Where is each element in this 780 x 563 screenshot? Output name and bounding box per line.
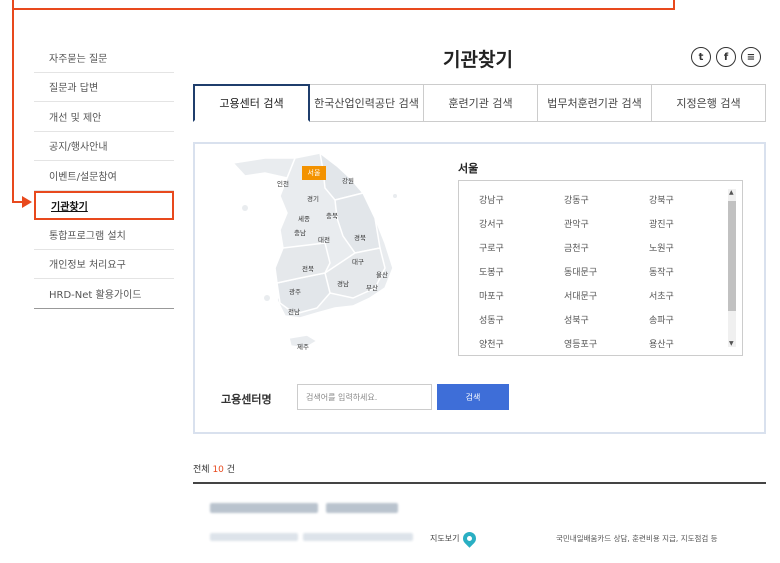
annotation-frame-top bbox=[12, 0, 675, 10]
map-label-gwangju[interactable]: 광주 bbox=[289, 286, 301, 296]
district-item[interactable]: 구로구 bbox=[479, 243, 564, 256]
total-count: 10 bbox=[212, 465, 224, 475]
district-item[interactable]: 강북구 bbox=[649, 195, 734, 208]
map-north-area bbox=[231, 157, 297, 179]
sidebar-item-suggestion[interactable]: 개선 및 제안 bbox=[34, 102, 174, 132]
blurred-address bbox=[210, 533, 298, 541]
district-item[interactable]: 서대문구 bbox=[564, 291, 649, 304]
sidebar-item-program-install[interactable]: 통합프로그램 설치 bbox=[34, 220, 174, 250]
sidebar-item-find-institution[interactable]: 기관찾기 bbox=[34, 190, 174, 220]
center-name-input[interactable]: 검색어를 입력하세요. bbox=[297, 384, 432, 410]
map-label-chungbuk[interactable]: 충북 bbox=[326, 210, 338, 220]
map-label-ulsan[interactable]: 울산 bbox=[376, 269, 388, 279]
district-item[interactable]: 노원구 bbox=[649, 243, 734, 256]
map-dot-2 bbox=[264, 295, 270, 301]
district-grid: 강남구 강동구 강북구 강서구 관악구 광진구 구로구 금천구 노원구 도봉구 … bbox=[479, 195, 734, 352]
district-item[interactable]: 강동구 bbox=[564, 195, 649, 208]
center-name-label: 고용센터명 bbox=[221, 393, 272, 406]
district-item[interactable]: 송파구 bbox=[649, 315, 734, 328]
twitter-icon[interactable]: t bbox=[691, 47, 711, 67]
scroll-thumb[interactable] bbox=[728, 201, 736, 311]
region-title: 서울 bbox=[458, 162, 479, 175]
map-dot-3 bbox=[393, 194, 397, 198]
map-label-busan[interactable]: 부산 bbox=[366, 282, 378, 292]
sidebar: 자주묻는 질문 질문과 답변 개선 및 제안 공지/행사안내 이벤트/설문참여 … bbox=[34, 43, 174, 309]
blurred-center-name-2[interactable] bbox=[326, 503, 398, 513]
tab-employment-center[interactable]: 고용센터 검색 bbox=[193, 84, 310, 122]
map-label-gyeongnam[interactable]: 경남 bbox=[337, 278, 349, 288]
map-label-gyeongbuk[interactable]: 경북 bbox=[354, 232, 366, 242]
tab-designated-bank[interactable]: 지정은행 검색 bbox=[652, 84, 766, 121]
district-item[interactable]: 강남구 bbox=[479, 195, 564, 208]
scroll-down-icon[interactable]: ▼ bbox=[729, 340, 734, 347]
services-text: 국민내일배움카드 상담, 훈련비용 지급, 지도점검 등 bbox=[556, 534, 718, 543]
map-view-label: 지도보기 bbox=[430, 534, 460, 543]
district-item[interactable]: 동작구 bbox=[649, 267, 734, 280]
district-item[interactable]: 동대문구 bbox=[564, 267, 649, 280]
sidebar-item-faq[interactable]: 자주묻는 질문 bbox=[34, 43, 174, 73]
blurred-address-2 bbox=[303, 533, 413, 541]
total-prefix: 전체 bbox=[193, 465, 210, 475]
district-item[interactable]: 서초구 bbox=[649, 291, 734, 304]
result-total: 전체 10 건 bbox=[193, 462, 235, 475]
district-item[interactable]: 관악구 bbox=[564, 219, 649, 232]
district-item[interactable]: 용산구 bbox=[649, 339, 734, 352]
tab-justice-training[interactable]: 법무처훈련기관 검색 bbox=[538, 84, 652, 121]
map-label-jeonnam[interactable]: 전남 bbox=[288, 306, 300, 316]
map-label-incheon[interactable]: 인천 bbox=[277, 178, 289, 188]
map-label-seoul[interactable]: 서울 bbox=[302, 166, 326, 180]
tab-training-institution[interactable]: 훈련기관 검색 bbox=[424, 84, 538, 121]
district-item[interactable]: 성동구 bbox=[479, 315, 564, 328]
facebook-icon[interactable]: f bbox=[716, 47, 736, 67]
map-dot-1 bbox=[242, 205, 248, 211]
district-item[interactable]: 강서구 bbox=[479, 219, 564, 232]
district-item[interactable]: 양천구 bbox=[479, 339, 564, 352]
map-label-gangwon[interactable]: 강원 bbox=[342, 175, 354, 185]
map-label-daejeon[interactable]: 대전 bbox=[318, 234, 330, 244]
map-label-chungnam[interactable]: 충남 bbox=[294, 227, 306, 237]
sidebar-item-notice[interactable]: 공지/행사안내 bbox=[34, 132, 174, 161]
social-share-group: t f ≡ bbox=[691, 47, 761, 67]
district-list-box: 강남구 강동구 강북구 강서구 관악구 광진구 구로구 금천구 노원구 도봉구 … bbox=[458, 180, 743, 356]
district-item[interactable]: 금천구 bbox=[564, 243, 649, 256]
sidebar-item-privacy-request[interactable]: 개인정보 처리요구 bbox=[34, 250, 174, 279]
district-item[interactable]: 성북구 bbox=[564, 315, 649, 328]
map-label-daegu[interactable]: 대구 bbox=[352, 256, 364, 266]
tab-hrdkorea[interactable]: 한국산업인력공단 검색 bbox=[310, 84, 424, 121]
map-label-gyeonggi[interactable]: 경기 bbox=[307, 193, 319, 203]
sidebar-item-guide[interactable]: HRD-Net 활용가이드 bbox=[34, 279, 174, 309]
scroll-up-icon[interactable]: ▲ bbox=[729, 189, 734, 196]
district-scrollbar[interactable]: ▲ ▼ bbox=[728, 189, 736, 347]
blurred-center-name[interactable] bbox=[210, 503, 318, 513]
annotation-line-vertical bbox=[12, 10, 14, 202]
share-icon[interactable]: ≡ bbox=[741, 47, 761, 67]
annotation-arrow-icon bbox=[22, 196, 32, 208]
map-pin-icon[interactable] bbox=[460, 529, 480, 548]
map-label-sejong[interactable]: 세종 bbox=[298, 213, 310, 223]
map-label-jeju[interactable]: 제주 bbox=[297, 341, 309, 351]
district-item[interactable]: 영등포구 bbox=[564, 339, 649, 352]
district-item[interactable]: 광진구 bbox=[649, 219, 734, 232]
sidebar-item-event[interactable]: 이벤트/설문참여 bbox=[34, 161, 174, 191]
sidebar-item-qna[interactable]: 질문과 답변 bbox=[34, 73, 174, 102]
map-label-jeonbuk[interactable]: 전북 bbox=[302, 263, 314, 273]
search-button[interactable]: 검색 bbox=[437, 384, 509, 410]
page-title: 기관찾기 bbox=[443, 49, 513, 71]
map-view-link[interactable]: 지도보기 bbox=[430, 529, 480, 548]
search-tabs: 고용센터 검색 한국산업인력공단 검색 훈련기관 검색 법무처훈련기관 검색 지… bbox=[193, 84, 766, 122]
district-item[interactable]: 도봉구 bbox=[479, 267, 564, 280]
result-divider bbox=[193, 482, 766, 484]
district-item[interactable]: 마포구 bbox=[479, 291, 564, 304]
total-suffix: 건 bbox=[226, 465, 236, 475]
